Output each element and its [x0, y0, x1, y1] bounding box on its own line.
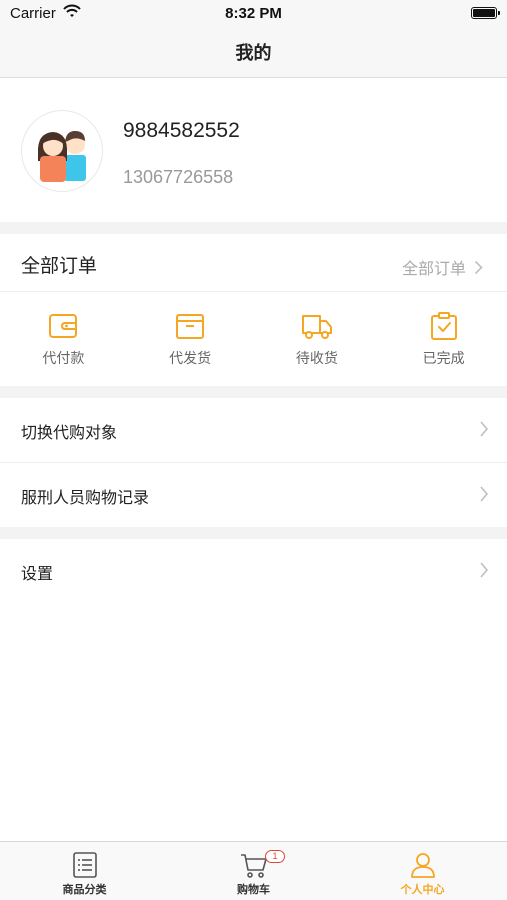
order-pending-receipt[interactable]: 待收货	[254, 293, 381, 386]
profile-card[interactable]: 9884582552 13067726558	[0, 79, 507, 222]
order-completed[interactable]: 已完成	[380, 293, 507, 386]
cart-badge: 1	[265, 850, 285, 863]
order-pending-payment[interactable]: 代付款	[0, 293, 127, 386]
tab-categories[interactable]: 商品分类	[0, 842, 169, 900]
tab-cart[interactable]: 1 购物车	[169, 842, 338, 900]
menu-inmate-records[interactable]: 服刑人员购物记录	[0, 463, 507, 527]
order-pending-receipt-label: 待收货	[295, 350, 338, 366]
box-icon	[176, 314, 205, 339]
tab-categories-label: 商品分类	[62, 884, 107, 896]
chevron-right-icon	[480, 421, 489, 437]
tab-bar: 商品分类 1 购物车 个人中心	[0, 841, 507, 900]
all-orders-link[interactable]: 全部订单	[402, 255, 483, 279]
battery-icon	[471, 7, 500, 19]
all-orders-label: 全部订单	[401, 261, 466, 278]
nav-bar: 我的	[0, 28, 507, 78]
menu-settings[interactable]: 设置	[0, 539, 507, 603]
person-icon	[410, 853, 435, 878]
status-bar: Carrier 8:32 PM	[0, 0, 507, 28]
menu-switch-proxy[interactable]: 切换代购对象	[0, 398, 507, 462]
tab-profile-label: 个人中心	[400, 884, 445, 896]
order-pending-shipment[interactable]: 代发货	[127, 293, 254, 386]
order-completed-label: 已完成	[422, 350, 465, 366]
menu-inmate-records-label: 服刑人员购物记录	[21, 490, 150, 507]
avatar[interactable]	[21, 110, 103, 192]
chevron-right-icon	[480, 486, 489, 502]
orders-title: 全部订单	[21, 256, 98, 277]
user-name: 9884582552	[123, 119, 240, 142]
page-title: 我的	[235, 43, 272, 63]
avatar-couple-icon	[37, 131, 86, 182]
order-pending-shipment-label: 代发货	[169, 350, 212, 366]
user-phone: 13067726558	[123, 167, 234, 187]
chevron-right-icon	[480, 562, 489, 578]
cart-icon	[240, 854, 267, 878]
section-divider	[0, 222, 507, 234]
order-pending-payment-label: 代付款	[42, 350, 85, 366]
list-icon	[72, 852, 97, 878]
section-divider	[0, 386, 507, 398]
clock: 8:32 PM	[225, 5, 282, 22]
order-status-row: 代付款 代发货 待收货 已完成	[0, 293, 507, 386]
tab-profile[interactable]: 个人中心	[338, 842, 507, 900]
wallet-icon	[49, 314, 78, 338]
section-divider	[0, 527, 507, 539]
truck-icon	[301, 315, 332, 339]
clipboard-check-icon	[430, 312, 457, 340]
chevron-right-icon	[474, 260, 483, 274]
menu-settings-label: 设置	[21, 566, 54, 583]
menu-switch-proxy-label: 切换代购对象	[21, 425, 118, 442]
orders-header: 全部订单 全部订单	[0, 234, 507, 292]
tab-cart-label: 购物车	[237, 884, 270, 896]
